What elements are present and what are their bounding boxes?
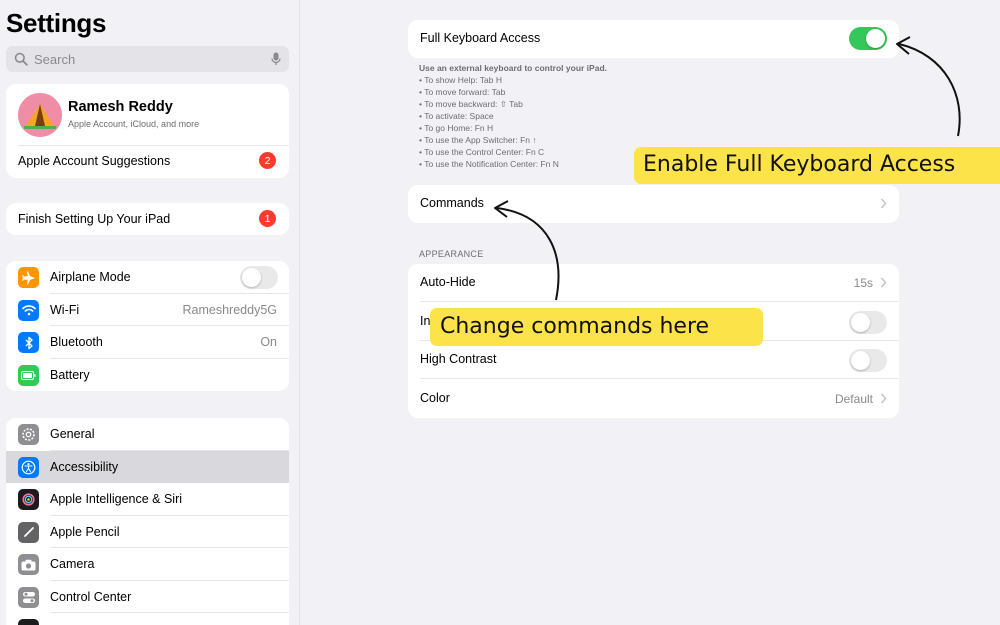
help-item: • To go Home: Fn H (419, 123, 494, 133)
gear-icon (18, 424, 39, 445)
avatar (18, 93, 62, 137)
help-item: • To show Help: Tab H (419, 75, 502, 85)
sidebar-item-accessibility[interactable]: Accessibility (6, 450, 289, 483)
finish-setup-row[interactable]: Finish Setting Up Your iPad 1 (6, 203, 289, 235)
wifi-icon (18, 299, 39, 321)
sidebar-item-label: Bluetooth (50, 335, 103, 349)
sidebar-item-bluetooth[interactable]: Bluetooth On (6, 326, 289, 359)
auto-hide-value: 15s (853, 276, 873, 290)
sidebar-item-label: General (50, 427, 95, 441)
search-input[interactable]: Search (6, 46, 289, 72)
callout-change-commands: Change commands here (430, 308, 763, 346)
help-item: • To move backward: ⇧ Tab (419, 99, 523, 109)
sidebar-item-label: Control Center (50, 589, 132, 604)
bluetooth-value: On (260, 335, 277, 349)
accessibility-icon (18, 456, 39, 478)
tent-icon (18, 93, 62, 137)
keyboard-help-text: Use an external keyboard to control your… (419, 62, 607, 170)
help-list: • To show Help: Tab H • To move forward: … (419, 74, 607, 170)
sidebar-item-label: Accessibility (50, 459, 119, 474)
commands-row[interactable]: Commands (408, 185, 899, 223)
sidebar-item-partial[interactable] (6, 613, 289, 625)
battery-icon (18, 364, 39, 386)
help-item: • To move forward: Tab (419, 87, 506, 97)
sidebar-item-camera[interactable]: Camera (6, 548, 289, 581)
switches-icon (18, 586, 39, 608)
camera-icon (18, 554, 39, 575)
arrow-to-toggle (898, 43, 961, 137)
chevron-right-icon (880, 277, 887, 288)
color-value: Default (834, 391, 873, 406)
auto-hide-label: Auto-Hide (420, 275, 476, 289)
chevron-right-icon (880, 198, 887, 209)
high-contrast-label: High Contrast (420, 352, 497, 366)
sidebar-item-label: Apple Intelligence & Siri (50, 492, 183, 506)
pencil-icon (18, 521, 39, 543)
bluetooth-icon (18, 332, 39, 353)
auto-hide-row[interactable]: Auto-Hide 15s (408, 264, 899, 302)
airplane-icon (18, 267, 39, 288)
sidebar-item-label: Airplane Mode (50, 270, 131, 284)
commands-label: Commands (420, 196, 484, 210)
increase-size-label: In (420, 313, 431, 328)
sidebar-item-battery[interactable]: Battery (6, 359, 289, 392)
suggestions-badge: 2 (259, 152, 276, 169)
profile-name: Ramesh Reddy (68, 99, 173, 115)
connectivity-group: Airplane Mode Wi-Fi Rameshreddy5G Blueto… (6, 261, 289, 391)
increase-size-toggle[interactable] (849, 310, 887, 334)
finish-setup-badge: 1 (259, 210, 276, 227)
sidebar-item-label: Apple Pencil (50, 524, 120, 539)
profile-subtitle: Apple Account, iCloud, and more (68, 119, 200, 129)
high-contrast-toggle[interactable] (849, 349, 887, 372)
chevron-right-icon (880, 393, 887, 403)
callout-enable-full-keyboard-access: Enable Full Keyboard Access (634, 147, 1000, 184)
account-suggestions-label[interactable]: Apple Account Suggestions (18, 154, 170, 168)
color-label: Color (420, 390, 450, 405)
finish-setup-label: Finish Setting Up Your iPad (18, 212, 171, 226)
page-title: Settings (6, 8, 107, 38)
sidebar-item-airplane-mode[interactable]: Airplane Mode (6, 261, 289, 294)
sidebar-item-general[interactable]: General (6, 418, 289, 451)
sidebar-item-apple-intelligence[interactable]: Apple Intelligence & Siri (6, 483, 289, 516)
help-item: • To activate: Space (419, 111, 494, 121)
sidebar: Settings Search Ramesh Reddy Apple Accou… (0, 0, 300, 625)
siri-icon (18, 489, 39, 510)
divider (18, 145, 289, 146)
high-contrast-row[interactable]: High Contrast (408, 341, 899, 379)
search-placeholder: Search (34, 51, 76, 67)
full-keyboard-access-label: Full Keyboard Access (420, 31, 541, 45)
help-item: • To use the App Switcher: Fn ↑ (419, 135, 537, 145)
help-item: • To use the Control Center: Fn C (419, 147, 545, 157)
color-row[interactable]: Color Default (408, 380, 899, 418)
sidebar-item-wifi[interactable]: Wi-Fi Rameshreddy5G (6, 294, 289, 326)
search-icon (14, 52, 28, 66)
full-keyboard-access-row[interactable]: Full Keyboard Access (408, 20, 899, 58)
appearance-section-header: APPEARANCE (419, 249, 484, 259)
sidebar-item-apple-pencil[interactable]: Apple Pencil (6, 516, 289, 548)
wifi-network-value: Rameshreddy5G (182, 302, 278, 317)
sidebar-item-label: Camera (50, 557, 95, 571)
sidebar-item-label: Battery (50, 367, 90, 382)
help-item: • To use the Notification Center: Fn N (419, 159, 559, 169)
general-group: General Accessibility Apple Intelligence… (6, 418, 289, 625)
display-icon (18, 619, 39, 625)
sidebar-item-label: Wi-Fi (50, 302, 80, 317)
help-title: Use an external keyboard to control your… (419, 63, 607, 73)
profile-card[interactable]: Ramesh Reddy Apple Account, iCloud, and … (6, 84, 289, 178)
full-keyboard-access-toggle[interactable] (849, 27, 887, 50)
microphone-icon[interactable] (271, 52, 281, 66)
airplane-mode-toggle[interactable] (240, 266, 278, 289)
sidebar-item-control-center[interactable]: Control Center (6, 581, 289, 613)
